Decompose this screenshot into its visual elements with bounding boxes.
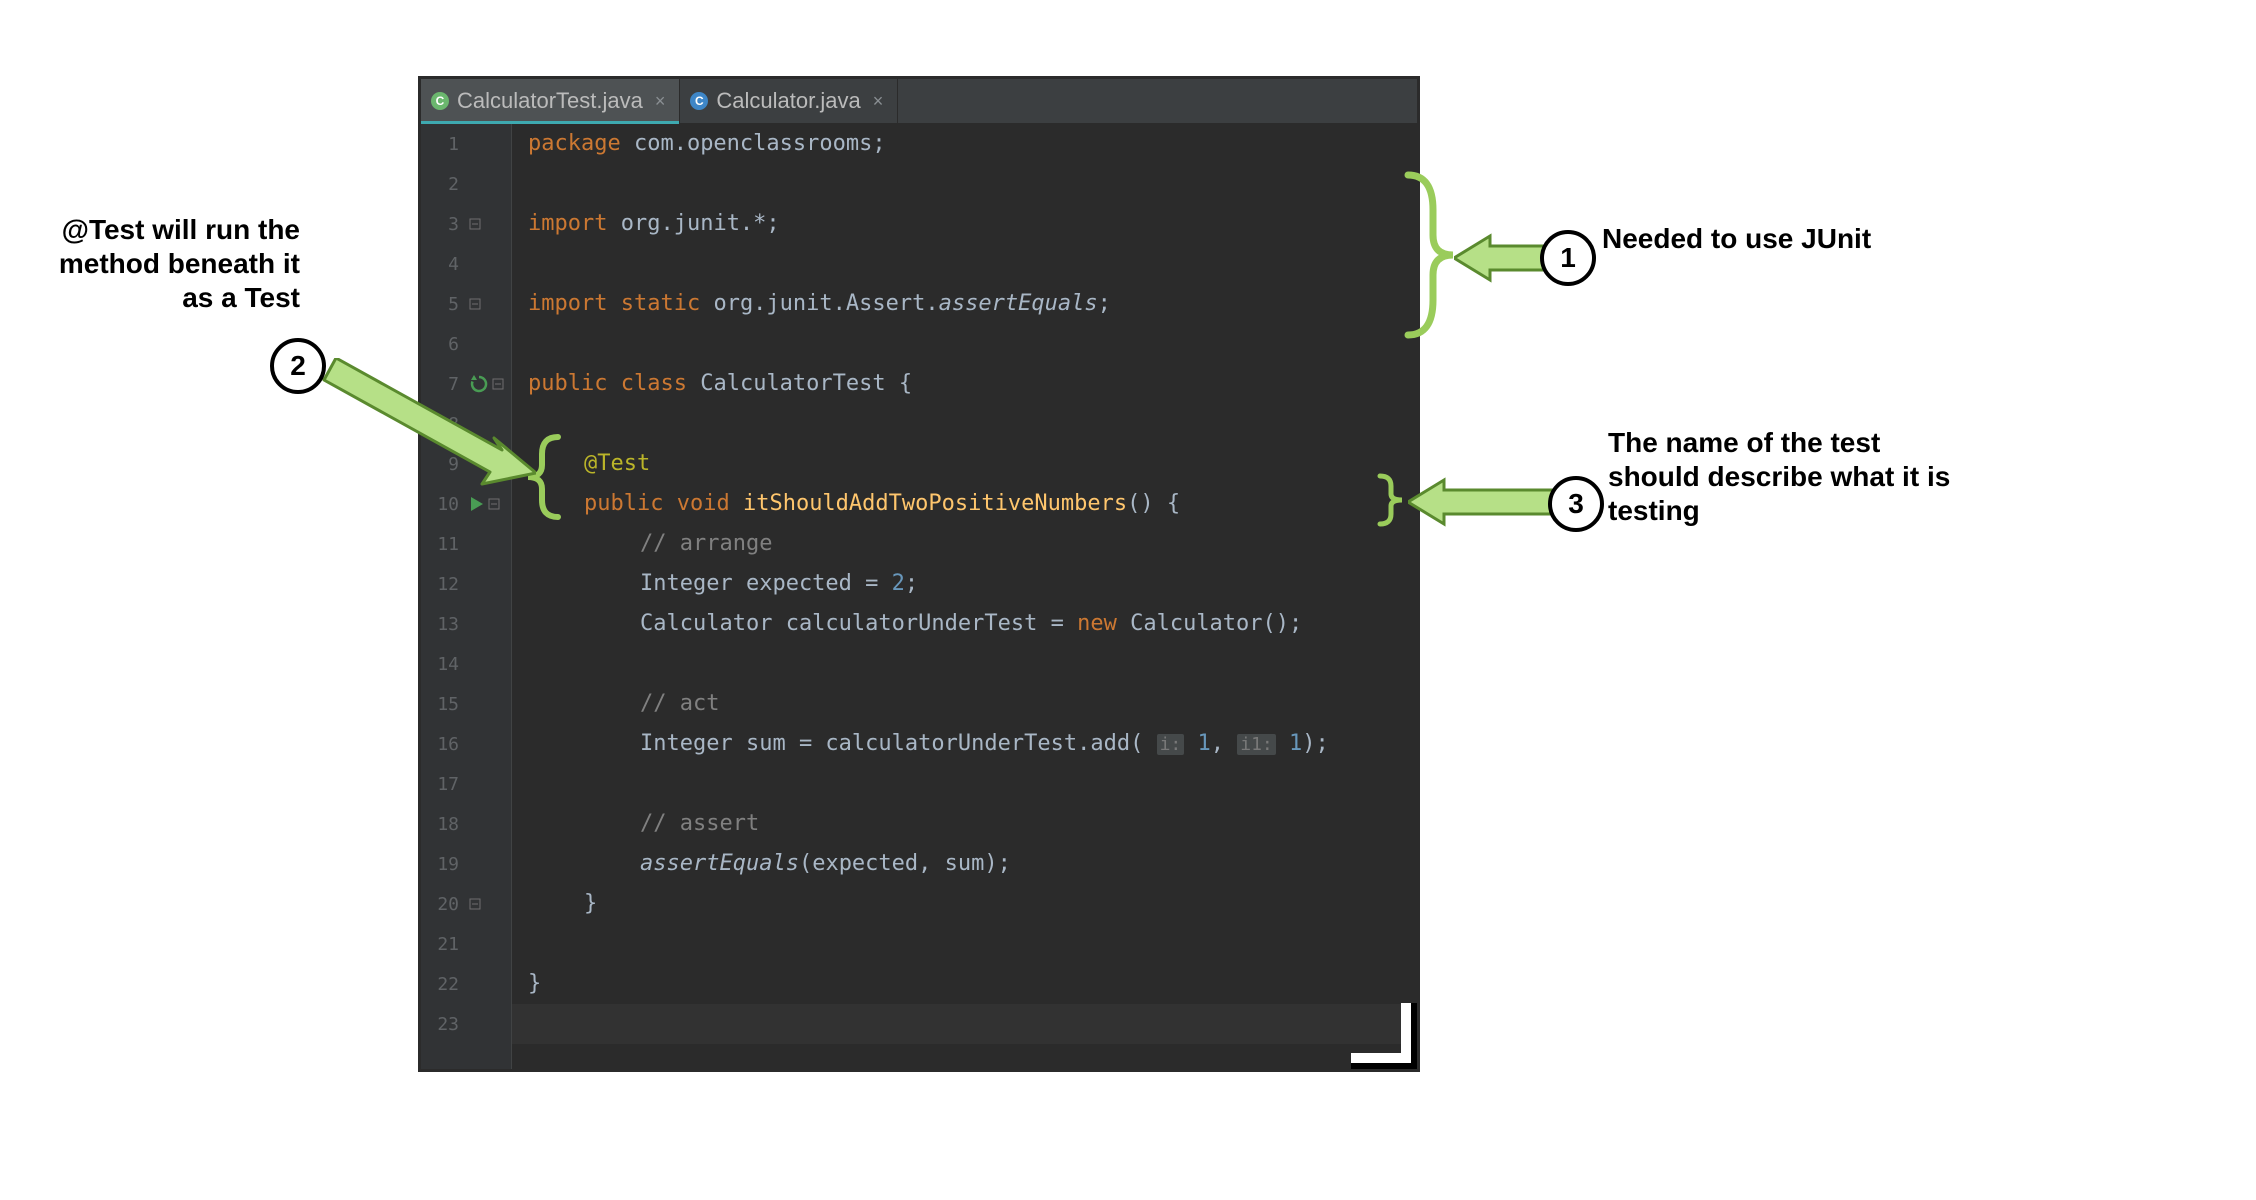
annotation-badge-1: 1 <box>1540 230 1596 286</box>
current-line-highlight <box>512 1004 1417 1044</box>
code-line[interactable]: Calculator calculatorUnderTest = new Cal… <box>528 604 1417 644</box>
editor: 1234567891011121314151617181920212223 pa… <box>421 124 1417 1070</box>
fold-icon[interactable] <box>469 298 481 310</box>
line-number: 4 <box>427 254 459 275</box>
code-line[interactable]: @Test <box>528 444 1417 484</box>
gutter-row: 19 <box>421 844 511 884</box>
line-number: 6 <box>427 334 459 355</box>
line-number: 17 <box>427 774 459 795</box>
fold-icon[interactable] <box>469 898 481 910</box>
line-number: 21 <box>427 934 459 955</box>
gutter-row: 15 <box>421 684 511 724</box>
gutter-row: 12 <box>421 564 511 604</box>
line-number: 14 <box>427 654 459 675</box>
line-number: 23 <box>427 1014 459 1035</box>
gutter-row: 2 <box>421 164 511 204</box>
annotation-text-2: @Test will run the method beneath it as … <box>48 213 300 315</box>
code-line[interactable]: public void itShouldAddTwoPositiveNumber… <box>528 484 1417 524</box>
line-number: 2 <box>427 174 459 195</box>
code-line[interactable]: // act <box>528 684 1417 724</box>
line-number: 1 <box>427 134 459 155</box>
line-number: 18 <box>427 814 459 835</box>
badge-number: 2 <box>290 350 306 382</box>
fold-icon[interactable] <box>469 218 481 230</box>
line-number: 13 <box>427 614 459 635</box>
resize-corner <box>1351 1003 1418 1070</box>
gutter-row: 11 <box>421 524 511 564</box>
line-number: 11 <box>427 534 459 555</box>
gutter-row: 22 <box>421 964 511 1004</box>
arrow-icon <box>1408 474 1558 530</box>
run-test-icon[interactable] <box>469 496 485 512</box>
gutter-row: 5 <box>421 284 511 324</box>
gutter-row: 1 <box>421 124 511 164</box>
close-icon[interactable]: × <box>655 91 666 112</box>
line-number: 20 <box>427 894 459 915</box>
code-line[interactable]: import org.junit.*; <box>528 204 1417 244</box>
ide-window: C CalculatorTest.java × C Calculator.jav… <box>420 78 1418 1070</box>
code-line[interactable]: Integer sum = calculatorUnderTest.add( i… <box>528 724 1417 764</box>
code-line[interactable]: Integer expected = 2; <box>528 564 1417 604</box>
code-line[interactable]: public class CalculatorTest { <box>528 364 1417 404</box>
annotation-badge-3: 3 <box>1548 476 1604 532</box>
gutter-row: 4 <box>421 244 511 284</box>
line-number: 5 <box>427 294 459 315</box>
annotation-badge-2: 2 <box>270 338 326 394</box>
tab-label: Calculator.java <box>716 88 860 114</box>
arrow-icon <box>316 358 536 488</box>
code-line[interactable]: } <box>528 884 1417 924</box>
badge-number: 3 <box>1568 488 1584 520</box>
code-line[interactable]: assertEquals(expected, sum); <box>528 844 1417 884</box>
gutter-row: 13 <box>421 604 511 644</box>
line-number: 16 <box>427 734 459 755</box>
gutter-row: 16 <box>421 724 511 764</box>
line-number: 3 <box>427 214 459 235</box>
gutter-row: 21 <box>421 924 511 964</box>
line-number: 15 <box>427 694 459 715</box>
brace-icon <box>1376 472 1406 528</box>
gutter-row: 3 <box>421 204 511 244</box>
class-file-icon: C <box>431 92 449 110</box>
diagram-stage: C CalculatorTest.java × C Calculator.jav… <box>0 0 2256 1200</box>
code-line[interactable]: package com.openclassrooms; <box>528 124 1417 164</box>
tab-calculator[interactable]: C Calculator.java × <box>680 79 898 123</box>
badge-number: 1 <box>1560 242 1576 274</box>
line-number: 10 <box>427 494 459 515</box>
gutter-row: 23 <box>421 1004 511 1044</box>
line-number: 22 <box>427 974 459 995</box>
gutter-row: 18 <box>421 804 511 844</box>
annotation-text-3: The name of the test should describe wha… <box>1608 426 1968 528</box>
editor-tabs: C CalculatorTest.java × C Calculator.jav… <box>421 79 1417 124</box>
code-area[interactable]: package com.openclassrooms; import org.ju… <box>512 124 1417 1070</box>
gutter: 1234567891011121314151617181920212223 <box>421 124 512 1070</box>
line-number: 19 <box>427 854 459 875</box>
code-line[interactable]: // arrange <box>528 524 1417 564</box>
gutter-row: 14 <box>421 644 511 684</box>
code-line[interactable]: import static org.junit.Assert.assertEqu… <box>528 284 1417 324</box>
arrow-icon <box>1454 230 1554 286</box>
class-file-icon: C <box>690 92 708 110</box>
tab-label: CalculatorTest.java <box>457 88 643 114</box>
line-number: 12 <box>427 574 459 595</box>
gutter-row: 17 <box>421 764 511 804</box>
annotation-text-1: Needed to use JUnit <box>1602 222 1902 256</box>
code-line[interactable]: } <box>528 964 1417 1004</box>
fold-icon[interactable] <box>488 498 500 510</box>
close-icon[interactable]: × <box>873 91 884 112</box>
gutter-row: 20 <box>421 884 511 924</box>
brace-icon <box>1398 170 1458 340</box>
code-line[interactable]: // assert <box>528 804 1417 844</box>
gutter-row: 10 <box>421 484 511 524</box>
tab-calculator-test[interactable]: C CalculatorTest.java × <box>421 79 680 123</box>
